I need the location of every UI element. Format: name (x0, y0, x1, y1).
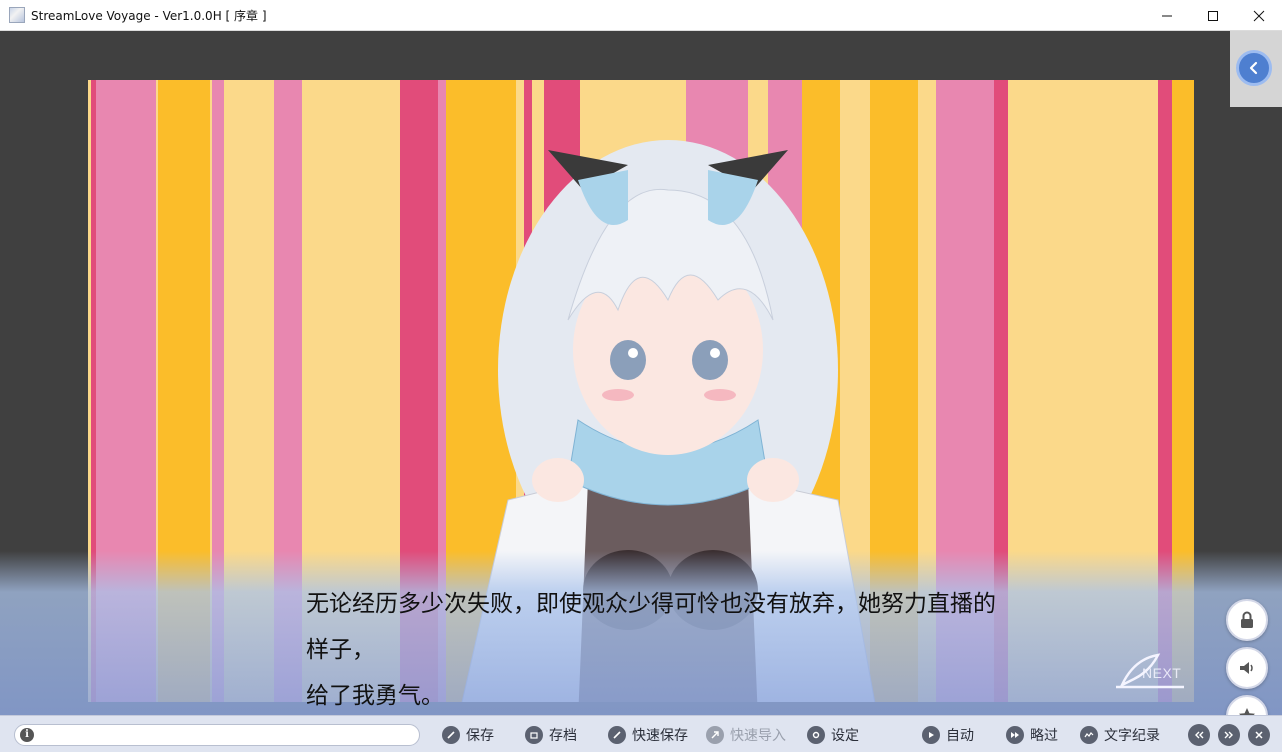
settings-button[interactable]: 设定 (807, 724, 859, 746)
game-stage[interactable]: 无论经历多少次失败，即使观众少得可怜也没有放弃，她努力直播的 样子， 给了我勇气… (0, 31, 1282, 715)
archive-button[interactable]: 存档 (525, 724, 577, 746)
dialogue-line: 无论经历多少次失败，即使观众少得可怜也没有放弃，她努力直播的 (306, 591, 996, 617)
archive-label: 存档 (549, 728, 577, 744)
text-log-button[interactable]: 文字纪录 (1080, 724, 1160, 746)
next-indicator[interactable]: NEXT (1142, 665, 1181, 681)
dialogue-line: 样子， (306, 637, 375, 663)
auto-button[interactable]: 自动 (922, 724, 974, 746)
star-icon (1239, 708, 1255, 715)
quick-load-button[interactable]: 快速导入 (706, 724, 786, 746)
chevron-left-icon (1249, 61, 1258, 75)
dialogue-box[interactable]: 无论经历多少次失败，即使观众少得可怜也没有放弃，她努力直播的 样子， 给了我勇气… (0, 551, 1282, 715)
voice-button[interactable] (1226, 647, 1268, 689)
save-button[interactable]: 保存 (442, 724, 494, 746)
title-bar: StreamLove Voyage - Ver1.0.0H [ 序章 ] (0, 0, 1282, 31)
rewind-button[interactable] (1188, 724, 1210, 746)
arrow-up-right-icon (706, 726, 724, 744)
forward-button[interactable] (1218, 724, 1240, 746)
close-dialog-button[interactable] (1248, 724, 1270, 746)
folder-icon (525, 726, 543, 744)
lock-icon (1241, 611, 1253, 628)
quick-save-button[interactable]: 快速保存 (608, 724, 688, 746)
dialogue-text: 无论经历多少次失败，即使观众少得可怜也没有放弃，她努力直播的 样子， 给了我勇气… (306, 581, 1166, 715)
maximize-icon (1208, 10, 1218, 21)
window-title: StreamLove Voyage - Ver1.0.0H [ 序章 ] (31, 8, 267, 23)
app-icon (9, 7, 25, 23)
quick-save-label: 快速保存 (632, 728, 688, 744)
maximize-button[interactable] (1190, 0, 1236, 31)
double-chevron-right-icon (1224, 731, 1233, 739)
minimize-icon (1162, 15, 1172, 16)
window-controls (1144, 0, 1282, 31)
quick-save-icon (608, 726, 626, 744)
message-field[interactable]: i (14, 724, 420, 746)
lock-button[interactable] (1226, 599, 1268, 641)
close-icon (1255, 731, 1263, 739)
skip-button[interactable]: 略过 (1006, 724, 1058, 746)
pen-icon (442, 726, 460, 744)
double-chevron-left-icon (1195, 731, 1204, 739)
close-icon (1253, 10, 1265, 21)
back-button[interactable] (1236, 50, 1272, 86)
text-log-label: 文字纪录 (1104, 728, 1160, 744)
dialogue-line: 给了我勇气。 (306, 683, 444, 709)
fast-forward-icon (1006, 726, 1024, 744)
bottom-toolbar: i 保存 存档 快速保存 快速导入 设定 自动 略过 文字纪录 (0, 715, 1282, 752)
speaker-icon (1240, 662, 1253, 674)
auto-label: 自动 (946, 728, 974, 744)
settings-label: 设定 (831, 728, 859, 744)
save-label: 保存 (466, 728, 494, 744)
skip-label: 略过 (1030, 728, 1058, 744)
play-icon (922, 726, 940, 744)
close-button[interactable] (1236, 0, 1282, 31)
info-icon: i (20, 728, 34, 742)
minimize-button[interactable] (1144, 0, 1190, 31)
favorite-button[interactable] (1226, 695, 1268, 715)
gear-icon (807, 726, 825, 744)
quick-load-label: 快速导入 (730, 728, 786, 744)
log-icon (1080, 726, 1098, 744)
